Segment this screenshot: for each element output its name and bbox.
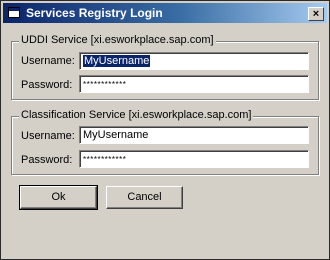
title-bar[interactable]: Services Registry Login ×: [3, 3, 327, 23]
login-dialog: Services Registry Login × UDDI Service […: [0, 0, 330, 260]
uddi-username-value: MyUsername: [83, 55, 151, 67]
classification-username-label: Username:: [21, 130, 75, 142]
window-title: Services Registry Login: [26, 6, 163, 20]
uddi-username-label: Username:: [21, 55, 75, 67]
close-button[interactable]: ×: [308, 7, 324, 21]
classification-username-input[interactable]: MyUsername: [79, 126, 309, 144]
classification-password-label: Password:: [21, 154, 73, 166]
uddi-password-input[interactable]: ************: [79, 75, 309, 93]
window-icon: [8, 7, 20, 18]
ok-button[interactable]: Ok: [19, 185, 98, 210]
classification-service-legend: Classification Service [xi.esworkplace.s…: [19, 109, 254, 121]
cancel-button[interactable]: Cancel: [106, 186, 183, 209]
uddi-password-label: Password:: [21, 79, 73, 91]
uddi-username-input[interactable]: MyUsername: [79, 52, 309, 70]
classification-password-input[interactable]: ************: [79, 150, 309, 168]
uddi-service-legend: UDDI Service [xi.esworkplace.sap.com]: [19, 34, 216, 46]
